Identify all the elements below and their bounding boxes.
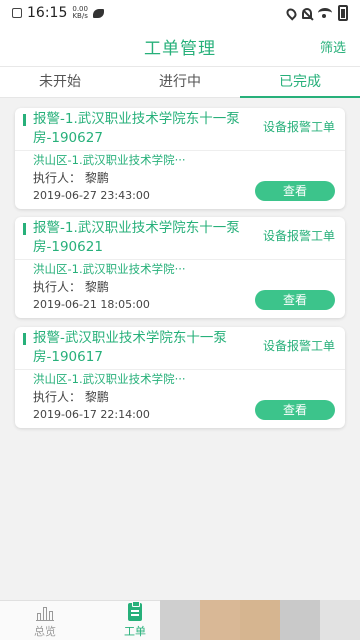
order-address: 洪山区-1.武汉职业技术学院··· xyxy=(33,153,186,167)
order-card[interactable]: 报警-武汉职业技术学院东十一泵房-190617 设备报警工单 洪山区-1.武汉职… xyxy=(15,327,345,428)
order-address: 洪山区-1.武汉职业技术学院··· xyxy=(33,372,186,386)
network-speed: 0.00 KB/s xyxy=(72,6,88,20)
order-time: 2019-06-17 22:14:00 xyxy=(33,408,150,421)
obscured-region xyxy=(280,600,320,640)
filter-button[interactable]: 筛选 xyxy=(320,37,346,56)
order-card[interactable]: 报警-1.武汉职业技术学院东十一泵房-190621 设备报警工单 洪山区-1.武… xyxy=(15,217,345,318)
battery-icon xyxy=(338,5,348,21)
header: 工单管理 筛选 xyxy=(0,26,360,66)
clipboard-icon xyxy=(128,601,142,621)
order-time: 2019-06-21 18:05:00 xyxy=(33,298,150,311)
order-executor: 执行人： 黎鹏 xyxy=(33,280,109,294)
status-time: 16:15 xyxy=(27,5,68,21)
obscured-region xyxy=(160,600,200,640)
order-title: 报警-1.武汉职业技术学院东十一泵房-190627 xyxy=(33,111,240,146)
obscured-region xyxy=(200,600,240,640)
notification-icon xyxy=(12,8,22,18)
card-accent-bar xyxy=(23,333,26,345)
order-type: 设备报警工单 xyxy=(262,120,335,134)
card-divider xyxy=(15,369,345,370)
obscured-region xyxy=(320,600,360,640)
obscured-region xyxy=(240,600,280,640)
tab-completed[interactable]: 已完成 xyxy=(240,67,360,98)
tab-in-progress[interactable]: 进行中 xyxy=(120,67,240,97)
location-icon xyxy=(284,5,299,21)
view-button[interactable]: 查看 xyxy=(255,400,335,420)
order-title: 报警-1.武汉职业技术学院东十一泵房-190621 xyxy=(33,220,240,255)
card-accent-bar xyxy=(23,114,26,126)
nav-overview[interactable]: 总览 xyxy=(20,603,70,639)
order-card[interactable]: 报警-1.武汉职业技术学院东十一泵房-190627 设备报警工单 洪山区-1.武… xyxy=(15,108,345,209)
order-type: 设备报警工单 xyxy=(262,339,335,353)
nav-orders[interactable]: 工单 xyxy=(110,601,160,639)
order-type: 设备报警工单 xyxy=(262,229,335,243)
order-address: 洪山区-1.武汉职业技术学院··· xyxy=(33,262,186,276)
card-accent-bar xyxy=(23,223,26,235)
wifi-icon xyxy=(318,8,332,18)
view-button[interactable]: 查看 xyxy=(255,290,335,310)
network-speed-unit: KB/s xyxy=(72,12,88,20)
app-notification-icon xyxy=(92,8,104,18)
status-bar-left: 16:15 0.00 KB/s xyxy=(12,5,104,21)
order-time: 2019-06-27 23:43:00 xyxy=(33,189,150,202)
tab-not-started[interactable]: 未开始 xyxy=(0,67,120,97)
card-divider xyxy=(15,150,345,151)
order-executor: 执行人： 黎鹏 xyxy=(33,390,109,404)
order-title: 报警-武汉职业技术学院东十一泵房-190617 xyxy=(33,330,227,365)
nav-orders-label: 工单 xyxy=(124,625,146,638)
page-title: 工单管理 xyxy=(144,39,216,59)
bar-chart-icon xyxy=(36,603,54,621)
order-executor: 执行人： 黎鹏 xyxy=(33,171,109,185)
mute-bell-icon xyxy=(302,7,312,19)
status-bar: 16:15 0.00 KB/s xyxy=(0,0,360,26)
nav-overview-label: 总览 xyxy=(34,625,56,638)
status-bar-right xyxy=(284,5,348,21)
card-divider xyxy=(15,259,345,260)
status-tabs: 未开始 进行中 已完成 xyxy=(0,66,360,98)
view-button[interactable]: 查看 xyxy=(255,181,335,201)
